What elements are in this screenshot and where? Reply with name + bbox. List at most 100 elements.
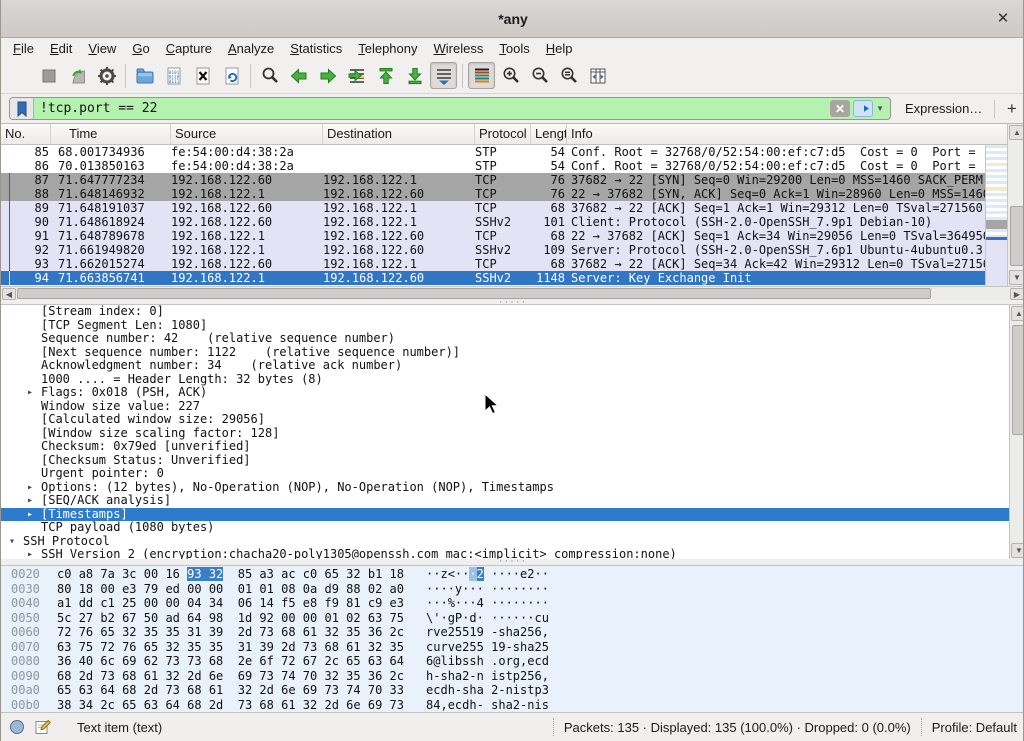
menu-telephony[interactable]: Telephony <box>350 39 425 58</box>
close-file-button[interactable] <box>189 62 216 89</box>
column-header-no[interactable]: No. <box>1 124 51 144</box>
hex-row-0090[interactable]: 009068 2d 73 68 61 32 2d 6e 69 73 74 70 … <box>1 669 1024 684</box>
detail-line[interactable]: [Next sequence number: 1122 (relative se… <box>1 346 1024 360</box>
start-capture-button[interactable] <box>6 62 33 89</box>
packet-row-86[interactable]: 8670.013850163fe:54:00:d4:38:2aSTP54Conf… <box>1 159 1007 173</box>
go-to-last-packet-button[interactable] <box>401 62 428 89</box>
packet-list-header[interactable]: No.TimeSourceDestinationProtocolLengthIn… <box>1 124 1007 145</box>
expand-arrow-icon[interactable]: ▸ <box>27 386 41 400</box>
menu-capture[interactable]: Capture <box>158 39 220 58</box>
detail-line[interactable]: ▸[Timestamps] <box>1 508 1024 522</box>
scroll-thumb[interactable] <box>1012 325 1024 435</box>
detail-line[interactable]: [Calculated window size: 29056] <box>1 413 1024 427</box>
packet-row-88[interactable]: 8871.648146932192.168.122.1192.168.122.6… <box>1 187 1007 201</box>
expand-arrow-icon[interactable]: ▸ <box>27 508 41 522</box>
find-packet-button[interactable] <box>256 62 283 89</box>
scroll-down-arrow[interactable]: ▼ <box>1009 270 1024 285</box>
scroll-thumb[interactable] <box>17 288 931 299</box>
zoom-reset-button[interactable] <box>555 62 582 89</box>
packet-row-94[interactable]: 9471.663856741192.168.122.1192.168.122.6… <box>1 271 1007 285</box>
column-header-length[interactable]: Length <box>531 124 567 144</box>
menu-file[interactable]: File <box>5 39 42 58</box>
packet-row-92[interactable]: 9271.661949820192.168.122.1192.168.122.6… <box>1 243 1007 257</box>
menu-wireless[interactable]: Wireless <box>426 39 492 58</box>
hex-row-00b0[interactable]: 00b038 34 2c 65 63 64 68 2d 73 68 61 32 … <box>1 698 1024 713</box>
detail-line[interactable]: Urgent pointer: 0 <box>1 467 1024 481</box>
packet-row-93[interactable]: 9371.662015274192.168.122.60192.168.122.… <box>1 257 1007 271</box>
expert-info-button[interactable] <box>9 719 25 735</box>
column-header-destination[interactable]: Destination <box>323 124 475 144</box>
scroll-up-arrow[interactable]: ▲ <box>1011 306 1024 321</box>
hex-row-0060[interactable]: 006072 76 65 32 35 35 31 39 2d 73 68 61 … <box>1 625 1024 640</box>
column-header-info[interactable]: Info <box>567 124 1007 144</box>
go-forward-button[interactable] <box>314 62 341 89</box>
column-header-protocol[interactable]: Protocol <box>475 124 531 144</box>
expand-arrow-icon[interactable]: ▸ <box>27 481 41 495</box>
detail-line[interactable]: 1000 .... = Header Length: 32 bytes (8) <box>1 373 1024 387</box>
details-vscrollbar[interactable]: ▲ ▼ <box>1009 305 1024 559</box>
detail-line[interactable]: Checksum: 0x79ed [unverified] <box>1 440 1024 454</box>
expression-button[interactable]: Expression… <box>905 101 982 116</box>
add-filter-button[interactable]: + <box>1007 99 1017 119</box>
filter-apply-button[interactable] <box>853 100 873 117</box>
intelligent-scrollbar-minimap[interactable] <box>985 145 1007 286</box>
packet-bytes-pane[interactable]: 0020c0 a8 7a 3c 00 16 93 32 85 a3 ac c0 … <box>1 565 1024 712</box>
detail-line[interactable]: ▾SSH Protocol <box>1 535 1024 549</box>
menu-analyze[interactable]: Analyze <box>220 39 282 58</box>
colorize-toggle[interactable] <box>468 62 495 89</box>
scroll-right-arrow[interactable]: ▶ <box>1010 288 1024 300</box>
scroll-up-arrow[interactable]: ▲ <box>1009 125 1024 140</box>
hex-row-0080[interactable]: 008036 40 6c 69 62 73 73 68 2e 6f 72 67 … <box>1 654 1024 669</box>
detail-line[interactable]: ▸[SEQ/ACK analysis] <box>1 494 1024 508</box>
reload-file-button[interactable] <box>218 62 245 89</box>
title-bar[interactable]: *any ✕ <box>1 0 1024 38</box>
packet-row-85[interactable]: 8568.001734936fe:54:00:d4:38:2aSTP54Conf… <box>1 145 1007 159</box>
hex-row-0070[interactable]: 007063 75 72 76 65 32 35 35 31 39 2d 73 … <box>1 640 1024 655</box>
display-filter-input[interactable] <box>34 101 830 116</box>
open-file-button[interactable] <box>131 62 158 89</box>
expand-arrow-icon[interactable]: ▸ <box>27 494 41 508</box>
packet-row-90[interactable]: 9071.648618924192.168.122.60192.168.122.… <box>1 215 1007 229</box>
resize-columns-button[interactable] <box>584 62 611 89</box>
column-header-time[interactable]: Time <box>51 124 171 144</box>
expand-arrow-icon[interactable]: ▾ <box>9 535 23 549</box>
zoom-in-button[interactable] <box>497 62 524 89</box>
detail-line[interactable]: [Checksum Status: Unverified] <box>1 454 1024 468</box>
go-back-button[interactable] <box>285 62 312 89</box>
profile-text[interactable]: Profile: Default <box>932 720 1017 735</box>
detail-line[interactable]: Acknowledgment number: 34 (relative ack … <box>1 359 1024 373</box>
stop-capture-button[interactable] <box>35 62 62 89</box>
packet-row-91[interactable]: 9171.648789678192.168.122.1192.168.122.6… <box>1 229 1007 243</box>
scroll-down-arrow[interactable]: ▼ <box>1011 543 1024 558</box>
menu-statistics[interactable]: Statistics <box>282 39 350 58</box>
save-file-button[interactable]: 010101100111 <box>160 62 187 89</box>
filter-bookmark-button[interactable] <box>10 98 34 119</box>
packet-row-89[interactable]: 8971.648191037192.168.122.60192.168.122.… <box>1 201 1007 215</box>
menu-tools[interactable]: Tools <box>491 39 537 58</box>
scroll-left-arrow[interactable]: ◀ <box>2 288 16 300</box>
hex-row-00a0[interactable]: 00a065 63 64 68 2d 73 68 61 32 2d 6e 69 … <box>1 683 1024 698</box>
detail-line[interactable]: [Stream index: 0] <box>1 305 1024 319</box>
detail-line[interactable]: [Window size scaling factor: 128] <box>1 427 1024 441</box>
column-header-source[interactable]: Source <box>171 124 323 144</box>
go-to-packet-button[interactable] <box>343 62 370 89</box>
detail-line[interactable]: [TCP Segment Len: 1080] <box>1 319 1024 333</box>
close-window-button[interactable]: ✕ <box>993 9 1013 29</box>
capture-comment-button[interactable] <box>35 719 51 735</box>
capture-options-button[interactable] <box>93 62 120 89</box>
packet-list-vscrollbar[interactable]: ▲ ▼ <box>1007 124 1024 286</box>
display-filter-field[interactable]: ✕ ▼ <box>9 97 891 120</box>
detail-line[interactable]: TCP payload (1080 bytes) <box>1 521 1024 535</box>
filter-clear-button[interactable]: ✕ <box>830 100 850 117</box>
hex-row-0020[interactable]: 0020c0 a8 7a 3c 00 16 93 32 85 a3 ac c0 … <box>1 567 1024 582</box>
scroll-thumb[interactable] <box>1010 206 1024 266</box>
detail-line[interactable]: Sequence number: 42 (relative sequence n… <box>1 332 1024 346</box>
detail-line[interactable]: ▸Options: (12 bytes), No-Operation (NOP)… <box>1 481 1024 495</box>
auto-scroll-toggle[interactable] <box>430 62 457 89</box>
go-to-first-packet-button[interactable] <box>372 62 399 89</box>
menu-view[interactable]: View <box>80 39 124 58</box>
hex-row-0030[interactable]: 003080 18 00 e3 79 ed 00 00 01 01 08 0a … <box>1 582 1024 597</box>
zoom-out-button[interactable] <box>526 62 553 89</box>
menu-edit[interactable]: Edit <box>42 39 80 58</box>
packet-row-87[interactable]: 8771.647777234192.168.122.60192.168.122.… <box>1 173 1007 187</box>
